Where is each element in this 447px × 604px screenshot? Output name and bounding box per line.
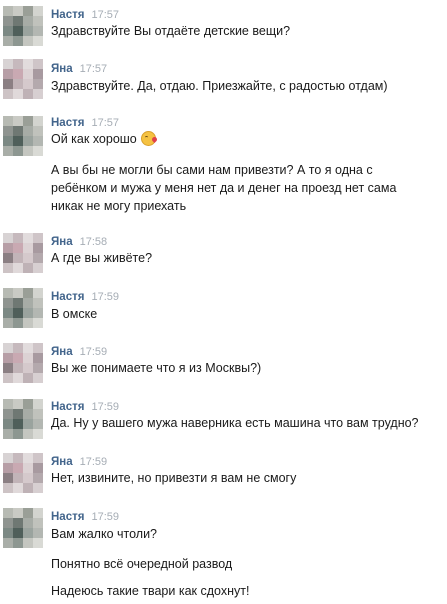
message-time: 17:59 bbox=[91, 401, 119, 413]
message-text: А где вы живёте? bbox=[51, 251, 153, 265]
avatar[interactable] bbox=[3, 116, 43, 156]
message-text: Здравствуйте Вы отдаёте детские вещи? bbox=[51, 24, 291, 38]
author-name[interactable]: Яна 17:59 bbox=[51, 456, 107, 468]
message-text: никак не могу приехать bbox=[51, 199, 187, 213]
avatar[interactable] bbox=[3, 453, 43, 493]
author-name[interactable]: Настя 17:57 bbox=[51, 117, 119, 129]
message-text: Вы же понимаете что я из Москвы?) bbox=[51, 361, 262, 375]
message-time: 17:59 bbox=[91, 511, 119, 523]
message-time: 17:57 bbox=[79, 63, 108, 75]
message-text: ребёнком и мужа у меня нет да и денег на… bbox=[51, 181, 397, 195]
message-text: А вы бы не могли бы сами нам привезти? А… bbox=[51, 163, 373, 177]
message-text: Вам жалко чтоли? bbox=[51, 527, 157, 541]
message-text: Понятно всё очередной развод bbox=[51, 557, 233, 571]
message-text: Ой как хорошо bbox=[51, 131, 156, 148]
author-name[interactable]: Яна 17:57 bbox=[51, 63, 107, 75]
author-name[interactable]: Настя 17:57 bbox=[51, 9, 119, 21]
avatar[interactable] bbox=[3, 288, 43, 328]
avatar[interactable] bbox=[3, 399, 43, 439]
message-time: 17:59 bbox=[79, 456, 108, 468]
message-text: Да. Ну у вашего мужа наверника есть маши… bbox=[51, 416, 419, 430]
author-name[interactable]: Яна 17:59 bbox=[51, 346, 107, 358]
avatar[interactable] bbox=[3, 343, 43, 383]
message-time: 17:57 bbox=[91, 117, 119, 129]
message-time: 17:57 bbox=[91, 9, 119, 21]
message-text: Нет, извините, но привезти я вам не смог… bbox=[51, 471, 297, 485]
author-name[interactable]: Настя 17:59 bbox=[51, 401, 119, 413]
message-text: Надеюсь такие твари как сдохнут! bbox=[51, 584, 250, 598]
author-name[interactable]: Настя 17:59 bbox=[51, 291, 119, 303]
message-time: 17:59 bbox=[79, 346, 108, 358]
message-time: 17:58 bbox=[79, 236, 108, 248]
message-text: Здравствуйте. Да, отдаю. Приезжайте, с р… bbox=[51, 79, 388, 93]
message-text: В омске bbox=[51, 307, 98, 321]
kissing-face-icon bbox=[140, 131, 156, 146]
avatar[interactable] bbox=[3, 508, 43, 548]
author-name[interactable]: Яна 17:58 bbox=[51, 236, 107, 248]
message-time: 17:59 bbox=[91, 291, 119, 303]
author-name[interactable]: Настя 17:59 bbox=[51, 511, 119, 523]
avatar[interactable] bbox=[3, 233, 43, 273]
avatar[interactable] bbox=[3, 59, 43, 99]
avatar[interactable] bbox=[3, 6, 43, 46]
